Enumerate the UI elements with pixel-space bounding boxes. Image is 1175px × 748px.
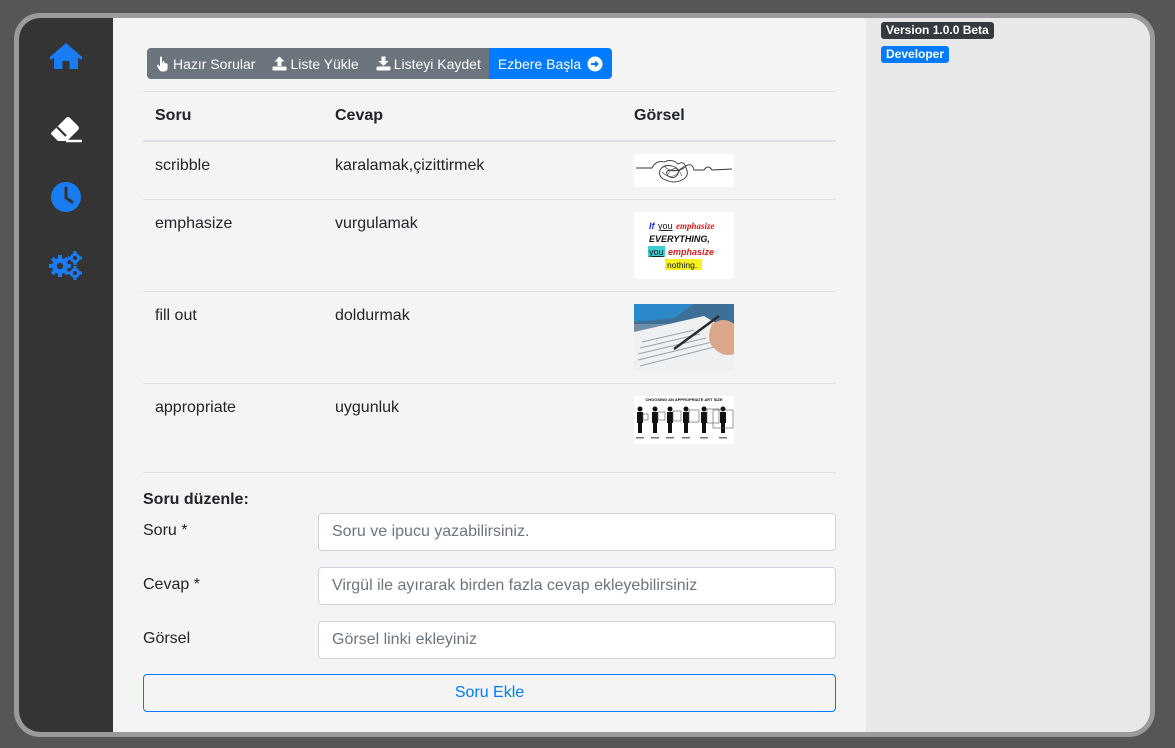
arrow-circle-right-icon [587, 56, 603, 71]
sidebar [19, 18, 113, 732]
row-question: scribble [155, 157, 211, 174]
row-question: appropriate [155, 399, 236, 416]
start-memorize-label: Ezbere Başla [497, 55, 582, 72]
image-link-input[interactable] [318, 621, 836, 659]
home-icon [50, 43, 82, 69]
row-question: emphasize [155, 215, 233, 232]
clock-icon [51, 182, 81, 212]
table-row[interactable]: fill out doldurmak [143, 292, 836, 384]
app-window: Hazır Sorular Liste Yükle Listeyi Kaydet [14, 13, 1155, 737]
answer-input[interactable] [318, 567, 836, 605]
form-title: Soru düzenle: [143, 491, 249, 508]
toolbar-group: Hazır Sorular Liste Yükle Listeyi Kaydet [147, 48, 489, 79]
svg-text:nothing.: nothing. [667, 260, 697, 270]
toolbar: Hazır Sorular Liste Yükle Listeyi Kaydet [147, 48, 613, 79]
table-row[interactable]: scribble karalamak,çizittirmek [143, 142, 836, 200]
question-label: Soru * [143, 522, 188, 539]
ready-questions-label: Hazır Sorular [173, 55, 256, 72]
save-list-label: Listeyi Kaydet [393, 55, 481, 72]
row-question: fill out [155, 307, 197, 324]
header-question: Soru [155, 107, 192, 124]
table-row[interactable]: emphasize vurgulamak If you emphasize EV… [143, 200, 836, 292]
scribble-image [634, 154, 734, 187]
table-row[interactable]: appropriate uygunluk CHOOSING AN APPROPR… [143, 384, 836, 473]
header-answer: Cevap [335, 107, 384, 124]
ready-questions-button[interactable]: Hazır Sorular [147, 48, 263, 79]
version-badge: Version 1.0.0 Beta [881, 22, 994, 39]
svg-text:emphasize: emphasize [676, 221, 715, 231]
header-image: Görsel [634, 107, 685, 124]
hand-pointer-icon [156, 56, 168, 71]
eraser-icon [51, 117, 82, 143]
row-answer: karalamak,çizittirmek [335, 157, 485, 174]
svg-text:you: you [658, 221, 673, 231]
row-answer: uygunluk [335, 399, 400, 416]
start-memorize-button[interactable]: Ezbere Başla [488, 48, 613, 79]
appropriate-image: CHOOSING AN APPROPRIATE ART SIZE [634, 396, 734, 444]
add-question-button[interactable]: Soru Ekle [143, 674, 836, 712]
answer-label: Cevap * [143, 576, 200, 593]
row-answer: doldurmak [335, 307, 410, 324]
download-icon [376, 56, 391, 71]
svg-text:CHOOSING AN APPROPRIATE ART SI: CHOOSING AN APPROPRIATE ART SIZE [645, 397, 723, 402]
svg-text:EVERYTHING,: EVERYTHING, [649, 234, 710, 244]
emphasize-image: If you emphasize EVERYTHING, you emphasi… [634, 212, 734, 279]
gears-icon [49, 251, 82, 280]
developer-badge[interactable]: Developer [881, 46, 950, 63]
row-answer: vurgulamak [335, 215, 418, 232]
sidebar-item-settings[interactable] [19, 243, 113, 287]
fill-out-image [634, 304, 734, 371]
sidebar-item-eraser[interactable] [19, 106, 113, 150]
sidebar-item-home[interactable] [19, 35, 113, 79]
sidebar-item-history[interactable] [19, 175, 113, 219]
image-label: Görsel [143, 630, 191, 647]
upload-icon [272, 56, 287, 71]
load-list-label: Liste Yükle [290, 55, 359, 72]
svg-text:emphasize: emphasize [668, 247, 714, 257]
save-list-button[interactable]: Listeyi Kaydet [367, 48, 489, 79]
questions-table: Soru Cevap Görsel scribble karalamak,çiz… [143, 91, 836, 473]
main-panel: Hazır Sorular Liste Yükle Listeyi Kaydet [113, 18, 866, 732]
info-panel: Version 1.0.0 Beta Developer [866, 18, 1150, 732]
question-input[interactable] [318, 513, 836, 551]
svg-text:you: you [649, 247, 664, 257]
load-list-button[interactable]: Liste Yükle [263, 48, 366, 79]
table-header: Soru Cevap Görsel [143, 91, 836, 142]
